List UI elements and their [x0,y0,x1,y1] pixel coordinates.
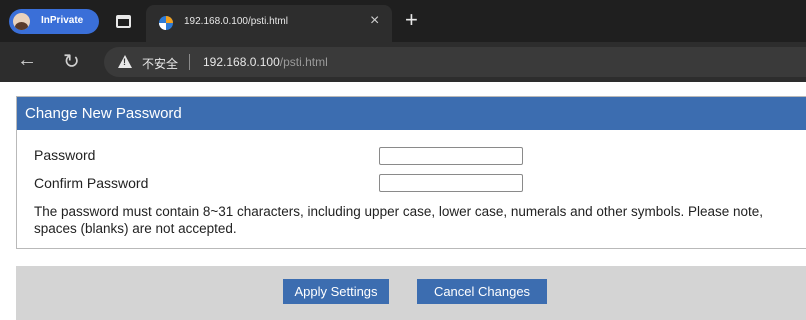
url-text[interactable]: 192.168.0.100/psti.html [203,55,328,69]
browser-tab-bar: InPrivate 192.168.0.100/psti.html × + [0,0,806,42]
confirm-password-input[interactable] [379,174,523,192]
confirm-password-label: Confirm Password [34,175,149,191]
url-path: /psti.html [279,55,328,69]
password-input[interactable] [379,147,523,165]
password-label: Password [34,147,96,163]
warning-icon [118,55,132,68]
profile-avatar-icon [13,13,30,30]
reload-icon[interactable]: ↻ [63,49,80,74]
new-tab-icon[interactable]: + [405,6,418,34]
inprivate-label: InPrivate [41,15,84,26]
favicon-icon [159,16,173,30]
omnibox[interactable]: 不安全 192.168.0.100/psti.html [104,47,806,77]
omnibox-separator [189,54,190,70]
password-requirements-note: The password must contain 8~31 character… [34,204,764,236]
tab-title: 192.168.0.100/psti.html [184,16,288,27]
url-host: 192.168.0.100 [203,55,280,69]
browser-address-bar: ← ↻ 不安全 192.168.0.100/psti.html [0,42,806,82]
action-bar: Apply Settings Cancel Changes [16,266,806,320]
panel-header: Change New Password [17,97,806,130]
panel-title: Change New Password [25,105,182,122]
cancel-changes-button[interactable]: Cancel Changes [417,279,547,304]
insecure-label: 不安全 [142,57,179,71]
apply-settings-button[interactable]: Apply Settings [283,279,389,304]
tab-close-icon[interactable]: × [370,12,379,30]
change-password-panel: Change New Password Password Confirm Pas… [16,96,806,249]
active-tab[interactable]: 192.168.0.100/psti.html × [146,5,392,42]
tab-actions-icon[interactable] [116,15,131,28]
back-arrow-icon[interactable]: ← [17,49,37,72]
inprivate-badge[interactable]: InPrivate [9,9,99,34]
